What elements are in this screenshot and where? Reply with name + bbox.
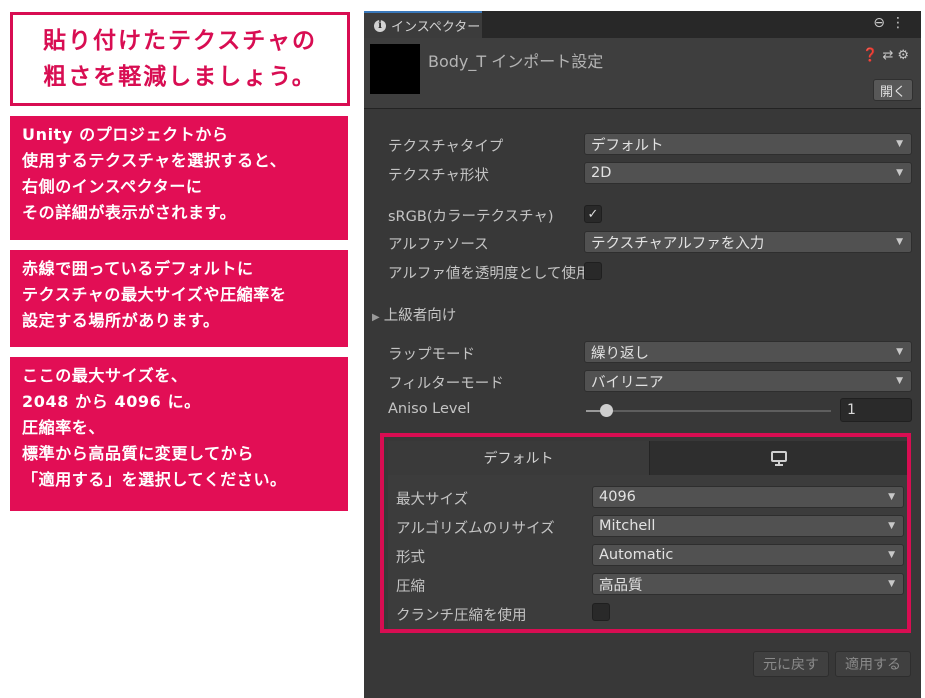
srgb-label: sRGB(カラーテクスチャ) [388, 209, 554, 225]
aniso-level-field[interactable]: 1 [840, 398, 912, 422]
annotation-note-3: ここの最大サイズを、 2048 から 4096 に。 圧縮率を、 標準から高品質… [10, 357, 348, 511]
more-menu-icon[interactable]: ⋮ [891, 15, 911, 31]
asset-title: Body_T インポート設定 [428, 52, 604, 71]
header-divider [364, 108, 921, 109]
aniso-slider-handle[interactable] [600, 404, 613, 417]
open-button[interactable]: 開く [873, 79, 913, 101]
title-box: 貼り付けたテクスチャの 粗さを軽減しましょう。 [10, 12, 350, 106]
gear-icon[interactable]: ⚙ [897, 48, 913, 63]
aniso-slider-track[interactable] [586, 410, 831, 412]
highlight-frame [380, 433, 911, 633]
tab-bar: i インスペクター ⊖⋮ [364, 11, 921, 38]
texture-thumbnail [370, 44, 420, 94]
annotation-title: 貼り付けたテクスチャの 粗さを軽減しましょう。 [42, 28, 318, 90]
chevron-down-icon: ▼ [896, 139, 903, 149]
wrap-mode-dropdown[interactable]: 繰り返し ▼ [584, 341, 912, 363]
lock-icon[interactable]: ⊖ [873, 15, 891, 31]
filter-mode-label: フィルターモード [388, 376, 504, 392]
asset-header: Body_T インポート設定 ❓⇄⚙ 開く [364, 38, 921, 108]
help-icon[interactable]: ❓ [862, 48, 882, 63]
header-icons: ❓⇄⚙ [862, 48, 913, 63]
annotation-note-2: 赤線で囲っているデフォルトに テクスチャの最大サイズや圧縮率を 設定する場所があ… [10, 250, 348, 347]
texture-shape-label: テクスチャ形状 [388, 168, 489, 184]
chevron-down-icon: ▼ [896, 376, 903, 386]
chevron-down-icon: ▼ [896, 168, 903, 178]
alpha-source-value: テクスチャアルファを入力 [591, 235, 765, 252]
inspector-panel: i インスペクター ⊖⋮ Body_T インポート設定 ❓⇄⚙ 開く テクスチャ… [364, 11, 921, 698]
texture-type-label: テクスチャタイプ [388, 139, 504, 155]
info-icon: i [374, 19, 386, 32]
filter-mode-dropdown[interactable]: バイリニア ▼ [584, 370, 912, 392]
texture-type-value: デフォルト [591, 137, 664, 154]
wrap-mode-value: 繰り返し [591, 345, 649, 362]
filter-mode-value: バイリニア [591, 374, 664, 391]
annotation-note-1: Unity のプロジェクトから 使用するテクスチャを選択すると、 右側のインスペ… [10, 116, 348, 240]
advanced-foldout[interactable]: ▶ 上級者向け [372, 304, 456, 325]
foldout-arrow-icon: ▶ [372, 312, 380, 323]
apply-button[interactable]: 適用する [835, 651, 911, 677]
texture-type-dropdown[interactable]: デフォルト ▼ [584, 133, 912, 155]
alpha-transparency-label: アルファ値を透明度として使用 [388, 266, 584, 282]
chevron-down-icon: ▼ [896, 237, 903, 247]
alpha-source-dropdown[interactable]: テクスチャアルファを入力 ▼ [584, 231, 912, 253]
revert-button[interactable]: 元に戻す [753, 651, 829, 677]
texture-shape-dropdown[interactable]: 2D ▼ [584, 162, 912, 184]
srgb-checkbox[interactable]: ✓ [584, 205, 602, 223]
preset-icon[interactable]: ⇄ [882, 48, 897, 63]
wrap-mode-label: ラップモード [388, 347, 475, 363]
tab-menu-icons: ⊖⋮ [873, 15, 911, 31]
chevron-down-icon: ▼ [896, 347, 903, 357]
alpha-transparency-checkbox[interactable] [584, 262, 602, 280]
texture-shape-value: 2D [591, 165, 612, 181]
alpha-source-label: アルファソース [388, 237, 489, 253]
advanced-label: 上級者向け [383, 308, 457, 324]
aniso-level-label: Aniso Level [388, 401, 471, 417]
tab-inspector[interactable]: i インスペクター [364, 11, 482, 38]
tab-inspector-label: インスペクター [391, 20, 481, 35]
